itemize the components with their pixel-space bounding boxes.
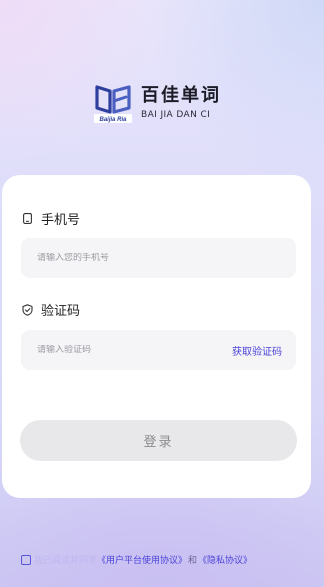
login-button[interactable]: 登录 xyxy=(20,420,297,461)
open-book-icon: Baijia Ria xyxy=(93,82,133,124)
app-name: 百佳单词 xyxy=(141,85,221,106)
phone-label-text: 手机号 xyxy=(41,213,81,228)
code-input-container: 获取验证码 xyxy=(21,330,296,370)
phone-input-container xyxy=(21,238,296,278)
code-label-text: 验证码 xyxy=(41,304,81,319)
logo-caption: Baijia Ria xyxy=(99,117,127,123)
agreement-text: 我已阅读并同意 xyxy=(34,556,98,566)
phone-icon xyxy=(22,213,33,224)
get-code-button[interactable]: 获取验证码 xyxy=(232,343,282,358)
code-label: 验证码 xyxy=(22,300,80,319)
privacy-agreement-link[interactable]: 《隐私协议》 xyxy=(198,553,252,566)
agreement-and: 和 xyxy=(188,556,198,566)
agreement-row: 我已阅读并同意 《用户平台使用协议》 和 《隐私协议》 xyxy=(21,553,252,566)
brand-header: Baijia Ria 百佳单词 BAI JIA DAN CI xyxy=(93,82,221,124)
login-card: 手机号 验证码 获取验证码 登录 xyxy=(2,175,311,498)
code-input[interactable] xyxy=(37,345,232,355)
shield-check-icon xyxy=(22,303,33,316)
user-agreement-link[interactable]: 《用户平台使用协议》 xyxy=(97,553,187,566)
agreement-checkbox[interactable] xyxy=(21,554,31,565)
phone-label: 手机号 xyxy=(22,209,80,228)
app-name-pinyin: BAI JIA DAN CI xyxy=(141,110,211,120)
phone-input[interactable] xyxy=(37,253,282,263)
